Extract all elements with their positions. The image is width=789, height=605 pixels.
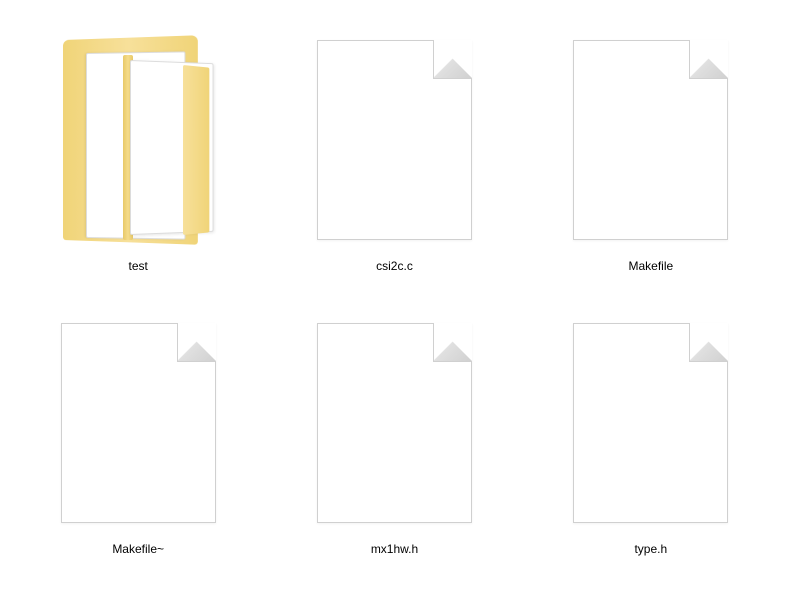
file-item-type-h[interactable]: type.h <box>523 303 779 586</box>
item-label: Makefile~ <box>112 541 164 558</box>
folder-icon <box>48 30 228 250</box>
file-icon <box>304 313 484 533</box>
file-icon <box>561 313 741 533</box>
file-icon <box>48 313 228 533</box>
file-item-csi2c-c[interactable]: csi2c.c <box>266 20 522 303</box>
file-icon <box>561 30 741 250</box>
file-explorer-grid: test csi2c.c Makefile Makefile~ mx1hw.h … <box>0 0 789 605</box>
item-label: type.h <box>634 541 667 558</box>
folder-item-test[interactable]: test <box>10 20 266 303</box>
file-item-mx1hw-h[interactable]: mx1hw.h <box>266 303 522 586</box>
file-item-makefile[interactable]: Makefile <box>523 20 779 303</box>
item-label: test <box>128 258 147 275</box>
file-item-makefile-tilde[interactable]: Makefile~ <box>10 303 266 586</box>
item-label: Makefile <box>628 258 673 275</box>
item-label: csi2c.c <box>376 258 413 275</box>
item-label: mx1hw.h <box>371 541 418 558</box>
file-icon <box>304 30 484 250</box>
